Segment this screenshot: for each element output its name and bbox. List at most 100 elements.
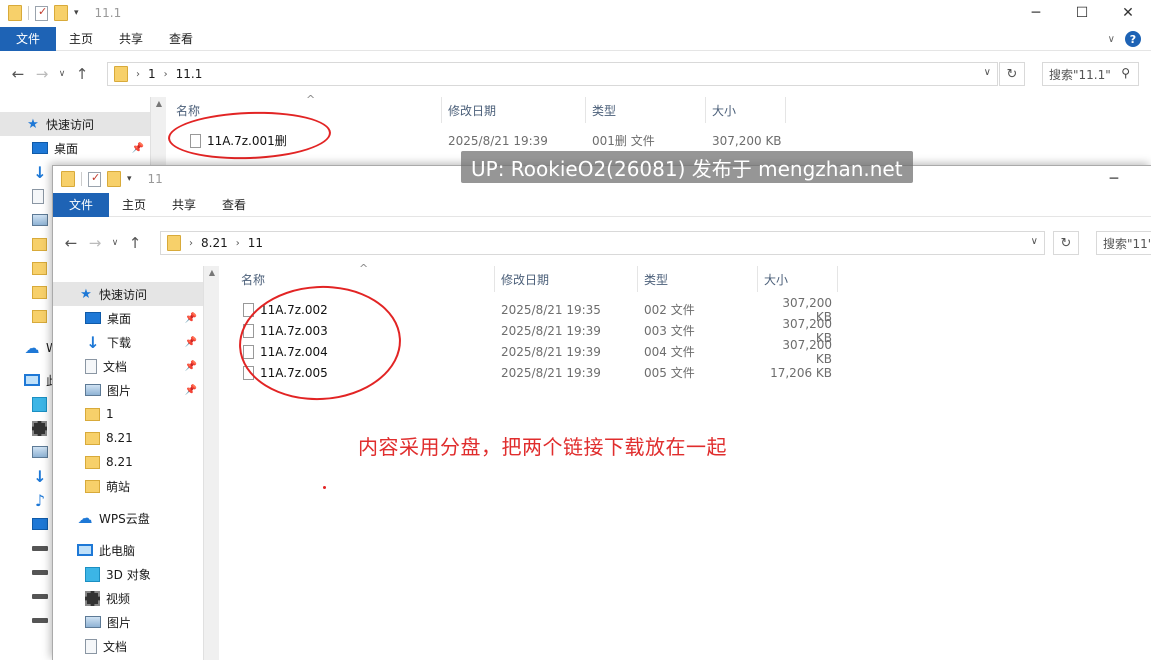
sidebar-item-wps-cloud[interactable]: ☁ WPS云盘 — [53, 506, 203, 530]
column-size[interactable]: 大小 — [758, 266, 838, 292]
watermark: UP: RookieO2(26081) 发布于 mengzhan.net — [461, 151, 913, 183]
folder-icon — [32, 237, 47, 251]
breadcrumb-item[interactable]: 11 — [248, 236, 263, 250]
refresh-button[interactable]: ↻ — [1053, 231, 1079, 255]
sidebar-item-pictures[interactable]: 图片 📌 — [53, 378, 203, 402]
film-icon — [32, 420, 47, 436]
sort-up-icon: ^ — [306, 93, 316, 106]
tab-view[interactable]: 查看 — [156, 27, 206, 51]
sidebar-item-folder-mengzhan[interactable]: 萌站 — [53, 474, 203, 498]
column-name[interactable]: ^ 名称 — [235, 262, 495, 292]
tab-view[interactable]: 查看 — [209, 193, 259, 217]
up-button[interactable]: ↑ — [70, 65, 94, 83]
maximize-button[interactable]: ☐ — [1137, 166, 1151, 192]
folder-icon — [8, 5, 22, 21]
expand-ribbon-icon[interactable]: ∨ — [1108, 34, 1115, 45]
tab-file[interactable]: 文件 — [0, 26, 56, 51]
document-icon — [85, 358, 97, 374]
tab-file[interactable]: 文件 — [53, 192, 109, 217]
back-button[interactable]: ← — [59, 234, 83, 252]
breadcrumb-item[interactable]: 11.1 — [176, 67, 203, 81]
column-date[interactable]: 修改日期 — [442, 97, 586, 123]
chevron-right-icon: › — [163, 68, 168, 80]
navigation-bar: ← → ∨ ↑ › 1 › 11.1 ∨ ↻ 搜索"11.1" ⚲ — [0, 58, 1151, 90]
chevron-down-icon[interactable]: ∨ — [984, 67, 991, 78]
recent-locations-button[interactable]: ∨ — [54, 69, 70, 79]
breadcrumb-item[interactable]: 1 — [148, 67, 156, 81]
search-icon: ⚲ — [1121, 66, 1130, 80]
folder-icon — [85, 407, 100, 421]
folder-icon — [114, 66, 128, 82]
minimize-button[interactable]: ─ — [1013, 0, 1059, 26]
file-date: 2025/8/21 19:35 — [501, 302, 601, 317]
column-size[interactable]: 大小 — [706, 97, 786, 123]
file-type: 004 文件 — [644, 345, 695, 359]
search-placeholder: 搜索"11" — [1103, 236, 1151, 251]
sidebar-item-3d-objects[interactable]: 3D 对象 — [53, 562, 203, 586]
drive-icon — [32, 617, 48, 623]
tab-share[interactable]: 共享 — [106, 27, 156, 51]
pc-icon — [24, 374, 40, 386]
new-folder-icon[interactable] — [107, 171, 121, 187]
help-icon[interactable]: ? — [1125, 31, 1141, 47]
film-icon — [85, 590, 100, 606]
sidebar-item-this-pc[interactable]: 此电脑 — [53, 538, 203, 562]
sidebar-item-desktop[interactable]: 桌面 📌 — [53, 306, 203, 330]
up-button[interactable]: ↑ — [123, 234, 147, 252]
column-type[interactable]: 类型 — [586, 97, 706, 123]
sidebar-item-pictures[interactable]: 图片 — [53, 610, 203, 634]
refresh-button[interactable]: ↻ — [999, 62, 1025, 86]
sidebar-item-documents[interactable]: 文档 — [53, 634, 203, 658]
customize-quick-access-icon[interactable]: ▾ — [127, 174, 132, 184]
sidebar-item-videos[interactable]: 视频 — [53, 586, 203, 610]
minimize-button[interactable]: ─ — [1091, 166, 1137, 192]
chevron-down-icon[interactable]: ∨ — [1031, 236, 1038, 247]
scroll-up-icon[interactable]: ▲ — [204, 268, 220, 277]
scroll-up-icon[interactable]: ▲ — [151, 99, 167, 108]
cloud-icon: ☁ — [24, 339, 40, 357]
sidebar-item-folder-8-21[interactable]: 8.21 — [53, 450, 203, 474]
forward-button[interactable]: → — [83, 234, 107, 252]
cube-icon — [32, 396, 47, 412]
pin-icon: 📌 — [184, 384, 197, 396]
pin-icon: 📌 — [184, 360, 197, 372]
breadcrumb-item[interactable]: 8.21 — [201, 236, 228, 250]
maximize-button[interactable]: ☐ — [1059, 0, 1105, 26]
picture-icon — [85, 616, 101, 628]
tab-home[interactable]: 主页 — [109, 193, 159, 217]
sidebar-item-quick-access[interactable]: ★ 快速访问 — [53, 282, 203, 306]
forward-button[interactable]: → — [30, 65, 54, 83]
sidebar-scrollbar[interactable]: ▲ — [203, 266, 219, 660]
sidebar-item-quick-access[interactable]: ★ 快速访问 — [0, 112, 150, 136]
folder-icon — [32, 285, 47, 299]
sidebar-item-documents[interactable]: 文档 📌 — [53, 354, 203, 378]
new-folder-icon[interactable] — [54, 5, 68, 21]
address-bar[interactable]: › 1 › 11.1 ∨ — [107, 62, 998, 86]
tab-share[interactable]: 共享 — [159, 193, 209, 217]
ribbon-tabs: 文件 主页 共享 查看 ∨ ? — [0, 26, 1151, 51]
search-input[interactable]: 搜索"11.1" ⚲ — [1042, 62, 1139, 86]
file-type: 002 文件 — [644, 303, 695, 317]
properties-icon[interactable] — [88, 171, 101, 187]
folder-icon — [85, 479, 100, 493]
sidebar-item-folder-8-21[interactable]: 8.21 — [53, 426, 203, 450]
sidebar-item-folder-1[interactable]: 1 — [53, 402, 203, 426]
star-icon: ★ — [80, 286, 92, 302]
file-size: 17,206 KB — [770, 365, 832, 380]
back-button[interactable]: ← — [6, 65, 30, 83]
title-bar: ▾ 11.1 ─ ☐ ✕ — [0, 0, 1151, 26]
search-input[interactable]: 搜索"11" — [1096, 231, 1151, 255]
customize-quick-access-icon[interactable]: ▾ — [74, 8, 79, 18]
column-type[interactable]: 类型 — [638, 266, 758, 292]
music-icon: ♪ — [34, 490, 46, 510]
properties-icon[interactable] — [35, 5, 48, 21]
address-bar[interactable]: › 8.21 › 11 ∨ — [160, 231, 1045, 255]
sidebar-item-desktop[interactable]: 桌面 📌 — [0, 136, 150, 160]
tab-home[interactable]: 主页 — [56, 27, 106, 51]
explorer-window-front: ▾ 11 ─ ☐ 文件 主页 共享 查看 ← → ∨ ↑ › 8.21 › 11… — [52, 165, 1151, 660]
column-date[interactable]: 修改日期 — [495, 266, 638, 292]
close-button[interactable]: ✕ — [1105, 0, 1151, 26]
sidebar-item-downloads[interactable]: ↓ 下载 📌 — [53, 330, 203, 354]
window-title: 11 — [147, 172, 163, 186]
recent-locations-button[interactable]: ∨ — [107, 238, 123, 248]
